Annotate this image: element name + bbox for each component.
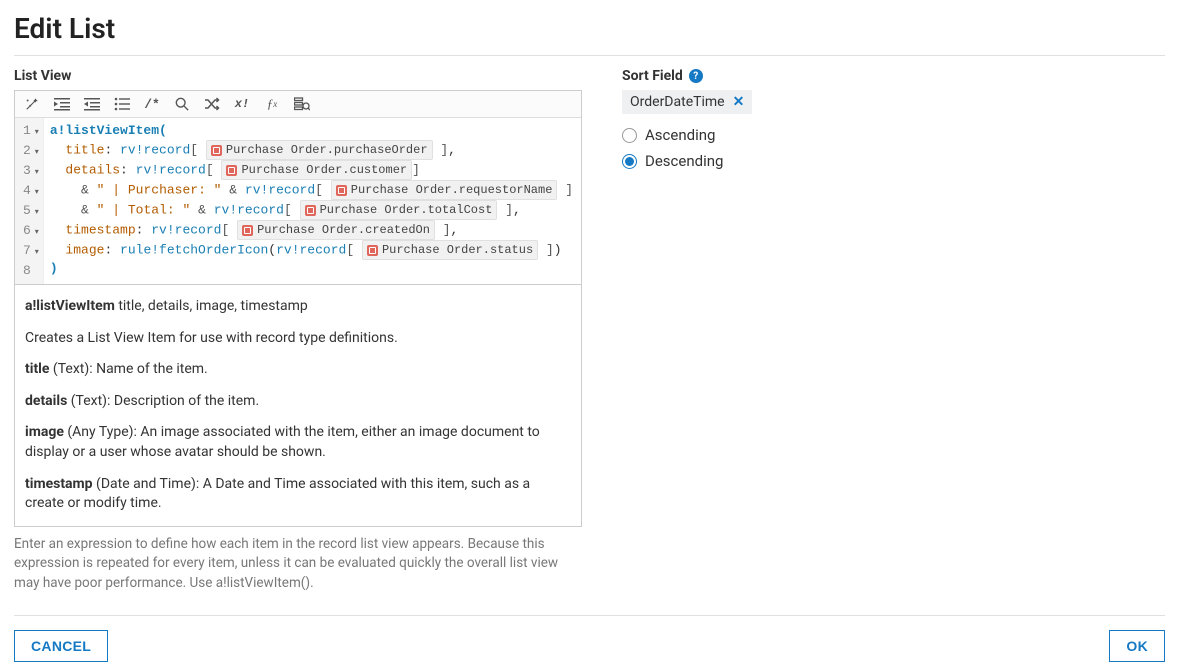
ok-button[interactable]: OK [1109, 630, 1165, 662]
remove-sort-icon[interactable]: ✕ [733, 94, 745, 110]
wand-icon[interactable] [23, 95, 41, 113]
list-icon[interactable] [113, 95, 131, 113]
record-chip[interactable]: Purchase Order.customer [221, 160, 412, 180]
expression-hint: Enter an expression to define how each i… [14, 535, 582, 594]
list-view-label: List View [14, 68, 582, 84]
expression-editor: /* x! ƒx 1▾ 2▾ 3▾ 4▾ 5▾ 6▾ 7▾ 8 a!l [14, 90, 582, 527]
shuffle-icon[interactable] [203, 95, 221, 113]
indent-right-icon[interactable] [83, 95, 101, 113]
divider [14, 55, 1165, 56]
help-icon[interactable]: ? [689, 69, 703, 83]
sort-field-value[interactable]: OrderDateTime ✕ [622, 90, 752, 114]
page-title: Edit List [14, 12, 1165, 55]
comment-icon[interactable]: /* [143, 95, 161, 113]
sort-ascending-option[interactable]: Ascending [622, 126, 1165, 144]
record-chip[interactable]: Purchase Order.purchaseOrder [206, 140, 433, 160]
indent-left-icon[interactable] [53, 95, 71, 113]
record-chip[interactable]: Purchase Order.requestorName [331, 180, 558, 200]
record-chip[interactable]: Purchase Order.createdOn [237, 220, 435, 240]
query-icon[interactable] [293, 95, 311, 113]
editor-toolbar: /* x! ƒx [15, 91, 581, 118]
sort-descending-option[interactable]: Descending [622, 152, 1165, 170]
line-gutter: 1▾ 2▾ 3▾ 4▾ 5▾ 6▾ 7▾ 8 [15, 118, 44, 284]
cancel-button[interactable]: CANCEL [14, 630, 108, 662]
fx-icon[interactable]: ƒx [263, 95, 281, 113]
doc-panel: a!listViewItem title, details, image, ti… [15, 284, 581, 526]
search-icon[interactable] [173, 95, 191, 113]
radio-icon [622, 154, 637, 169]
code-content[interactable]: a!listViewItem( title: rv!record[ Purcha… [44, 118, 579, 284]
record-chip[interactable]: Purchase Order.totalCost [300, 200, 498, 220]
sort-field-label: Sort Field ? [622, 68, 1165, 84]
clear-icon[interactable]: x! [233, 95, 251, 113]
radio-icon [622, 128, 637, 143]
record-chip[interactable]: Purchase Order.status [362, 240, 538, 260]
